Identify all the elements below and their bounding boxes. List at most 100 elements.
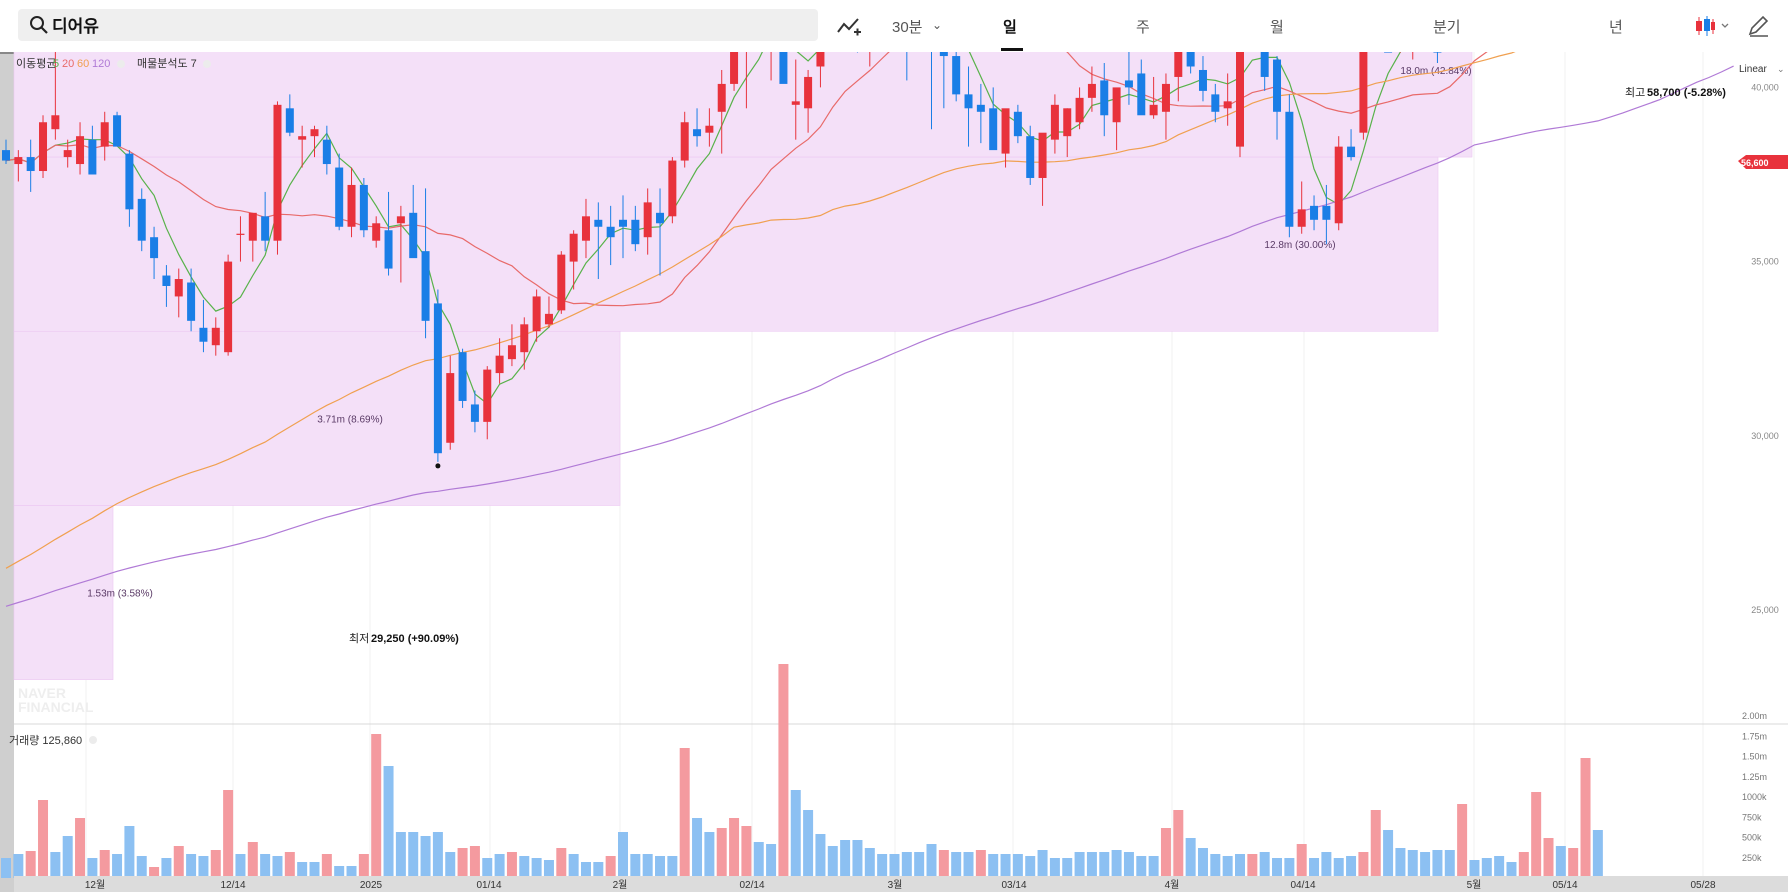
date-tick-label: 05/14 xyxy=(1552,880,1577,891)
volume-bar xyxy=(1000,854,1011,878)
volume-bar xyxy=(1123,852,1134,878)
date-tick-label: 4월 xyxy=(1165,879,1180,891)
volume-bar xyxy=(605,856,616,878)
volume-bar xyxy=(1148,856,1159,878)
volume-bar xyxy=(87,858,98,878)
volume-bar xyxy=(38,800,49,878)
volume-bar xyxy=(1235,854,1245,878)
candle-body xyxy=(298,136,307,140)
candle-body xyxy=(693,129,702,137)
candle-body xyxy=(779,52,788,84)
volume-bar xyxy=(741,826,752,878)
volume-bar xyxy=(272,856,283,878)
volume-tick-label: 250k xyxy=(1742,853,1762,863)
candle-body xyxy=(495,355,504,374)
chart-type-icon[interactable] xyxy=(1694,14,1730,38)
volume-bar xyxy=(1049,858,1060,878)
candle-body xyxy=(1001,108,1010,154)
chevron-down-icon[interactable]: ⌄ xyxy=(1777,64,1785,74)
candle-body xyxy=(705,125,714,133)
candle-body xyxy=(446,373,455,443)
volume-tick-label: 2.00m xyxy=(1742,711,1767,721)
volume-bar xyxy=(247,842,258,878)
candle-body xyxy=(1347,146,1356,158)
volume-bar xyxy=(1383,830,1394,878)
volume-bar xyxy=(790,790,801,878)
volume-profile-label: 1.53m (3.58%) xyxy=(87,589,153,600)
close-icon[interactable] xyxy=(89,736,97,744)
volume-tick-label: 1.25m xyxy=(1742,772,1767,782)
volume-bar xyxy=(593,862,604,878)
tab-day[interactable]: 일 xyxy=(1003,16,1017,37)
volume-bar xyxy=(667,856,678,878)
close-icon[interactable] xyxy=(117,60,125,68)
candle-body xyxy=(470,404,479,422)
candle-body xyxy=(1334,146,1343,224)
volume-bar xyxy=(914,852,925,878)
candle-body xyxy=(224,261,233,353)
date-tick-label: 12월 xyxy=(85,879,105,891)
drawing-tool-icon[interactable] xyxy=(836,14,862,38)
volume-bar xyxy=(198,856,209,878)
candle-body xyxy=(483,369,492,422)
candle-body xyxy=(976,104,985,112)
pencil-icon[interactable] xyxy=(1746,14,1770,38)
candle-body xyxy=(1297,209,1306,227)
volume-bar xyxy=(1346,856,1357,878)
candle-body xyxy=(594,219,603,227)
candle-body xyxy=(532,296,541,332)
price-tick-label: 35,000 xyxy=(1751,257,1779,267)
volume-bar xyxy=(766,844,777,878)
volume-bar xyxy=(1222,856,1233,878)
volume-bar xyxy=(1284,858,1295,878)
tab-week[interactable]: 주 xyxy=(1136,16,1150,37)
volume-profile-legend: 매물분석도 7 xyxy=(137,57,197,70)
volume-profile-label: 3.71m (8.69%) xyxy=(317,414,383,425)
tab-30min[interactable]: 30분 xyxy=(892,16,923,37)
volume-bar xyxy=(1358,852,1369,878)
volume-bar xyxy=(815,834,826,878)
volume-bar xyxy=(1296,844,1307,878)
candle-body xyxy=(1211,94,1220,112)
tab-year[interactable]: 년 xyxy=(1609,16,1623,37)
close-icon[interactable] xyxy=(203,60,211,68)
volume-bar xyxy=(124,826,135,878)
ma120-legend: 120 xyxy=(92,58,110,70)
candle-body xyxy=(1124,80,1133,88)
volume-tick-label: 750k xyxy=(1742,812,1762,822)
price-tick-label: 30,000 xyxy=(1751,431,1779,441)
volume-bar xyxy=(1592,830,1603,878)
volume-bar xyxy=(1037,850,1048,878)
tab-month[interactable]: 월 xyxy=(1270,16,1284,37)
candle-body xyxy=(1075,97,1084,123)
volume-bar xyxy=(1197,848,1208,878)
ma60-legend: 60 xyxy=(77,58,89,70)
volume-bar xyxy=(729,818,740,878)
volume-bar xyxy=(1370,810,1381,878)
scale-mode-button[interactable]: Linear xyxy=(1739,64,1767,75)
date-tick-label: 01/14 xyxy=(476,880,501,891)
candle-body xyxy=(939,52,948,57)
candle-body xyxy=(1260,52,1269,77)
candle-body xyxy=(150,237,159,259)
candle-body xyxy=(335,167,344,227)
candle-body xyxy=(310,129,319,137)
date-tick-label: 5월 xyxy=(1467,879,1482,891)
chevron-down-icon[interactable]: ⌄ xyxy=(932,18,942,32)
volume-tick-label: 500k xyxy=(1742,833,1762,843)
candle-body xyxy=(1384,52,1393,53)
search-box[interactable] xyxy=(18,9,818,41)
ma-legend-label: 이동평균 xyxy=(16,57,56,70)
candle-body xyxy=(989,108,998,151)
candle-body xyxy=(347,184,356,227)
candle-body xyxy=(1433,52,1442,53)
candle-body xyxy=(1137,73,1146,116)
volume-bar xyxy=(1074,852,1085,878)
search-icon[interactable] xyxy=(28,14,50,36)
ma20-legend: 20 xyxy=(62,58,74,70)
search-input[interactable]: 디어유 xyxy=(52,12,99,37)
stock-chart[interactable]: 471k (1.10%)3.86m (9.02%)6.32m (14.78%)1… xyxy=(0,52,1788,892)
tab-quarter[interactable]: 분기 xyxy=(1433,16,1461,37)
volume-bar xyxy=(445,852,456,878)
candle-body xyxy=(137,198,146,241)
